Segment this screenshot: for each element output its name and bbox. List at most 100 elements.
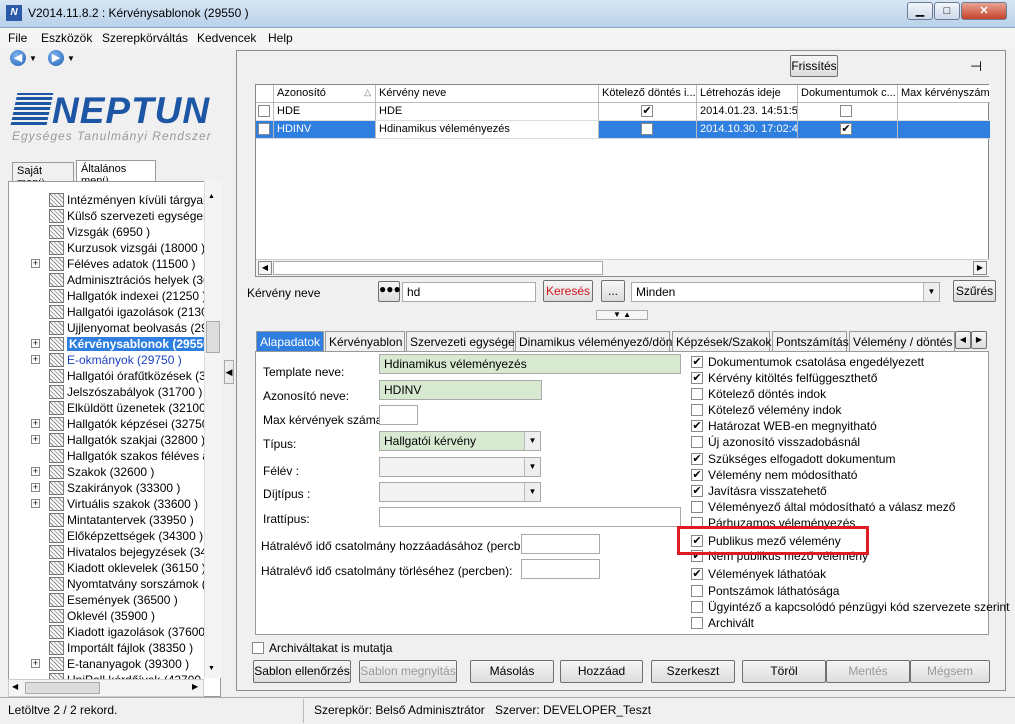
option-checkbox[interactable]: ✔ (691, 485, 703, 497)
refresh-button[interactable]: Frissítés (790, 55, 838, 77)
panel-splitter-icon[interactable]: ◀ (224, 360, 234, 384)
dots-button[interactable]: ... (601, 280, 625, 302)
tab-alapadatok[interactable]: Alapadatok (256, 331, 324, 351)
expand-plus-icon[interactable]: + (31, 419, 40, 428)
expand-plus-icon[interactable]: + (31, 483, 40, 492)
cell-kerveny-neve[interactable]: Hdinamikus véleményezés (376, 121, 599, 139)
option-checkbox[interactable]: ✔ (691, 469, 703, 481)
tree-vertical-scrollbar[interactable]: ▲ ▼ (204, 181, 221, 678)
tab-kervenyablon[interactable]: Kérvényablon (325, 331, 405, 351)
scrollbar-thumb[interactable] (206, 321, 220, 353)
scrollbar-thumb[interactable] (273, 261, 603, 275)
option-checkbox[interactable] (691, 404, 703, 416)
search-options-button[interactable]: ●●● (378, 281, 401, 302)
minimize-button[interactable]: ▁ (907, 2, 933, 20)
chevron-down-icon[interactable]: ▼ (923, 283, 939, 301)
search-input[interactable]: hd (402, 282, 536, 302)
option-checkbox[interactable] (691, 501, 703, 513)
grid-header-kotelezo-dontes[interactable]: Kötelező döntés i... (599, 85, 697, 103)
search-button[interactable]: Keresés (543, 280, 593, 302)
scroll-left-icon[interactable]: ◀ (12, 682, 18, 691)
expand-plus-icon[interactable]: + (31, 499, 40, 508)
cell-max[interactable] (898, 103, 990, 121)
expand-plus-icon[interactable]: + (31, 435, 40, 444)
chevron-down-icon[interactable]: ▼ (29, 54, 37, 63)
chevron-down-icon[interactable]: ▼ (524, 432, 540, 450)
sablon-ellenorzes-button[interactable]: Sablon ellenőrzés (253, 660, 351, 683)
cell-letrehozas[interactable]: 2014.10.30. 17:02:4 (697, 121, 798, 139)
cell-max[interactable] (898, 121, 990, 139)
add-button[interactable]: Hozzáad (560, 660, 643, 683)
tab-pontszamitas[interactable]: Pontszámítás (772, 331, 849, 351)
option-checkbox[interactable] (691, 601, 703, 613)
grid-header-azonosito[interactable]: Azonosító △ (274, 85, 376, 103)
scroll-left-icon[interactable]: ◀ (258, 261, 272, 275)
grid-header-kerveny-neve[interactable]: Kérvény neve (376, 85, 599, 103)
scrollbar-thumb[interactable] (25, 682, 100, 694)
back-icon[interactable]: ◀ (10, 50, 26, 66)
cell-azonosito[interactable]: HDE (274, 103, 376, 121)
id-name-field[interactable]: HDINV (379, 380, 542, 400)
menu-tree[interactable]: Intézményen kívüli tárgyak (4 Külső szerv… (8, 181, 221, 697)
row-select-cell[interactable] (256, 103, 274, 121)
tab-velemeny-dontes[interactable]: Vélemény / döntés in (849, 331, 955, 351)
kotelezo-checkbox[interactable]: ✔ (641, 105, 653, 117)
scroll-right-icon[interactable]: ▶ (973, 261, 987, 275)
forward-icon[interactable]: ▶ (48, 50, 64, 66)
expand-plus-icon[interactable]: + (31, 355, 40, 364)
grid-header-select[interactable] (256, 85, 274, 103)
scroll-right-icon[interactable]: ▶ (192, 682, 198, 691)
chevron-down-icon[interactable]: ▼ (67, 54, 75, 63)
delete-button[interactable]: Töröl (742, 660, 826, 683)
fee-combo[interactable]: ▼ (379, 482, 541, 502)
filter-combo[interactable]: Minden ▼ (631, 282, 940, 302)
tab-szervezeti-egysegek[interactable]: Szervezeti egységek (406, 331, 521, 351)
filter-button[interactable]: Szűrés (953, 280, 996, 302)
option-checkbox[interactable]: ✔ (691, 568, 703, 580)
option-checkbox[interactable]: ✔ (691, 356, 703, 368)
expand-plus-icon[interactable]: + (31, 339, 40, 348)
pin-icon[interactable]: ⊣ (970, 58, 982, 75)
tab-scroll-left-icon[interactable]: ◀ (955, 331, 971, 349)
row-select-cell[interactable] (256, 121, 274, 139)
expand-plus-icon[interactable]: + (31, 659, 40, 668)
save-button[interactable]: Mentés (826, 660, 910, 683)
copy-button[interactable]: Másolás (470, 660, 554, 683)
max-field[interactable] (379, 405, 418, 425)
maximize-button[interactable]: □ (934, 2, 960, 20)
cell-dokumentumok[interactable] (798, 103, 898, 121)
tab-sajat-menu[interactable]: Saját menü (12, 162, 74, 189)
option-checkbox[interactable]: ✔ (691, 453, 703, 465)
edit-button[interactable]: Szerkeszt (651, 660, 735, 683)
chevron-down-icon[interactable]: ▼ (524, 483, 540, 501)
grid-horizontal-scrollbar[interactable]: ◀ ▶ (256, 259, 989, 276)
scroll-down-icon[interactable]: ▼ (208, 665, 215, 672)
kervenysablon-grid[interactable]: Azonosító △ Kérvény neve Kötelező döntés … (255, 84, 990, 277)
tree-horizontal-scrollbar[interactable]: ◀ ▶ (8, 679, 204, 697)
archived-checkbox[interactable] (252, 642, 264, 654)
semester-combo[interactable]: ▼ (379, 457, 541, 477)
cell-letrehozas[interactable]: 2014.01.23. 14:51:5 (697, 103, 798, 121)
cell-kerveny-neve[interactable]: HDE (376, 103, 599, 121)
option-checkbox[interactable]: ✔ (691, 420, 703, 432)
doc-type-field[interactable] (379, 507, 681, 527)
option-checkbox[interactable] (691, 436, 703, 448)
close-button[interactable]: ✕ (961, 2, 1007, 20)
scroll-up-icon[interactable]: ▲ (208, 193, 215, 200)
grid-header-letrehozas-ideje[interactable]: Létrehozás ideje (697, 85, 798, 103)
tab-altalanos-menu[interactable]: Általános menü (76, 160, 156, 187)
menu-kedvencek[interactable]: Kedvencek (197, 31, 256, 45)
cell-kotelezo[interactable]: ✔ (599, 103, 697, 121)
tab-scroll-right-icon[interactable]: ▶ (971, 331, 987, 349)
menu-help[interactable]: Help (268, 31, 293, 45)
menu-eszkozok[interactable]: Eszközök (41, 31, 92, 45)
menu-szerepkorvaltas[interactable]: Szerepkörváltás (102, 31, 188, 45)
option-checkbox[interactable] (691, 617, 703, 629)
row-select-checkbox[interactable] (258, 105, 270, 117)
menu-file[interactable]: File (8, 31, 27, 45)
cell-azonosito[interactable]: HDINV (274, 121, 376, 139)
attach-add-field[interactable] (521, 534, 600, 554)
expand-plus-icon[interactable]: + (31, 259, 40, 268)
option-checkbox[interactable] (691, 585, 703, 597)
cell-kotelezo[interactable] (599, 121, 697, 139)
